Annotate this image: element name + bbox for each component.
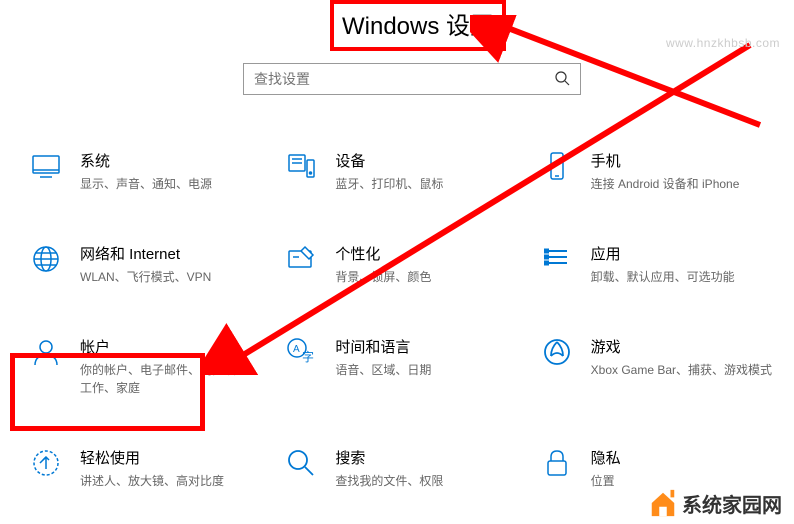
setting-desc: 语音、区域、日期 <box>335 361 518 379</box>
setting-title: 搜索 <box>335 447 518 468</box>
search-setting-icon <box>283 447 319 483</box>
setting-accounts[interactable]: 帐户 你的帐户、电子邮件、同步设置、工作、家庭 <box>28 336 273 397</box>
setting-desc: 显示、声音、通知、电源 <box>80 175 263 193</box>
setting-personalization[interactable]: 个性化 背景、锁屏、颜色 <box>283 243 528 286</box>
house-icon <box>648 488 678 518</box>
privacy-icon <box>539 447 575 483</box>
setting-title: 隐私 <box>591 447 774 468</box>
setting-desc: 你的帐户、电子邮件、同步设置、工作、家庭 <box>80 361 263 397</box>
setting-network[interactable]: 网络和 Internet WLAN、飞行模式、VPN <box>28 243 273 286</box>
setting-search[interactable]: 搜索 查找我的文件、权限 <box>283 447 528 490</box>
search-box[interactable] <box>243 63 581 95</box>
setting-desc: 卸载、默认应用、可选功能 <box>591 268 774 286</box>
search-input[interactable] <box>254 71 554 87</box>
setting-title: 时间和语言 <box>335 336 518 357</box>
network-icon <box>28 243 64 279</box>
setting-gaming[interactable]: 游戏 Xbox Game Bar、捕获、游戏模式 <box>539 336 784 397</box>
devices-icon <box>283 150 319 186</box>
setting-time-language[interactable]: A字 时间和语言 语音、区域、日期 <box>283 336 528 397</box>
setting-system[interactable]: 系统 显示、声音、通知、电源 <box>28 150 273 193</box>
setting-apps[interactable]: 应用 卸载、默认应用、可选功能 <box>539 243 784 286</box>
setting-desc: 连接 Android 设备和 iPhone <box>591 175 774 193</box>
title-highlight-box: Windows 设置 <box>330 0 506 51</box>
watermark-url: www.hnzkhbsb.com <box>666 36 780 50</box>
setting-desc: WLAN、飞行模式、VPN <box>80 268 263 286</box>
setting-title: 设备 <box>335 150 518 171</box>
setting-desc: 讲述人、放大镜、高对比度 <box>80 472 263 490</box>
setting-title: 手机 <box>591 150 774 171</box>
setting-title: 系统 <box>80 150 263 171</box>
personalization-icon <box>283 243 319 279</box>
setting-phone[interactable]: 手机 连接 Android 设备和 iPhone <box>539 150 784 193</box>
phone-icon <box>539 150 575 186</box>
setting-desc: 蓝牙、打印机、鼠标 <box>335 175 518 193</box>
setting-title: 应用 <box>591 243 774 264</box>
svg-text:字: 字 <box>302 349 314 364</box>
svg-text:A: A <box>293 344 300 355</box>
setting-title: 游戏 <box>591 336 774 357</box>
setting-privacy[interactable]: 隐私 位置 <box>539 447 784 490</box>
watermark-text: 系统家园网 <box>682 489 782 518</box>
setting-title: 个性化 <box>335 243 518 264</box>
setting-desc: 查找我的文件、权限 <box>335 472 518 490</box>
time-language-icon: A字 <box>283 336 319 372</box>
setting-desc: 背景、锁屏、颜色 <box>335 268 518 286</box>
ease-of-access-icon <box>28 447 64 483</box>
watermark-logo: 系统家园网 <box>644 486 786 520</box>
setting-title: 帐户 <box>80 336 263 357</box>
search-icon[interactable] <box>554 70 570 89</box>
setting-ease-of-access[interactable]: 轻松使用 讲述人、放大镜、高对比度 <box>28 447 273 490</box>
setting-desc: Xbox Game Bar、捕获、游戏模式 <box>591 361 774 379</box>
page-title: Windows 设置 <box>342 6 494 41</box>
accounts-icon <box>28 336 64 372</box>
setting-title: 轻松使用 <box>80 447 263 468</box>
setting-title: 网络和 Internet <box>80 243 263 264</box>
setting-devices[interactable]: 设备 蓝牙、打印机、鼠标 <box>283 150 528 193</box>
system-icon <box>28 150 64 186</box>
apps-icon <box>539 243 575 279</box>
gaming-icon <box>539 336 575 372</box>
settings-grid: 系统 显示、声音、通知、电源 设备 蓝牙、打印机、鼠标 手机 连接 Androi… <box>28 150 784 490</box>
